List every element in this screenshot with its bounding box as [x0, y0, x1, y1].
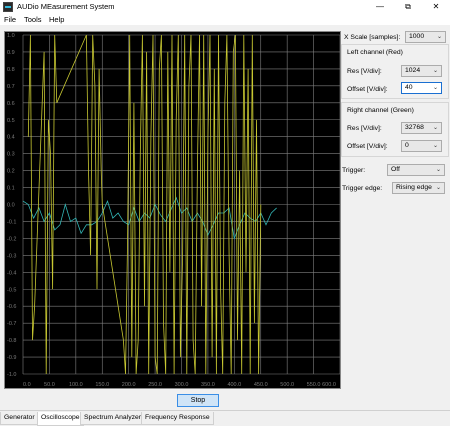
- y-tick-label: 0.2: [7, 169, 15, 175]
- x-scale-label: X Scale [samples]:: [344, 34, 401, 41]
- right-res-select[interactable]: 32768 ⌄: [401, 122, 442, 134]
- trigger-edge-select[interactable]: Rising edge ⌄: [392, 182, 445, 194]
- left-offset-select[interactable]: 40 ⌄: [401, 82, 442, 94]
- tab-spectrum-analyzer[interactable]: Spectrum Analyzer: [80, 412, 146, 425]
- left-res-value: 1024: [405, 67, 421, 74]
- tab-frequency-response[interactable]: Frequency Response: [141, 412, 214, 425]
- left-res-select[interactable]: 1024 ⌄: [401, 65, 442, 77]
- y-tick-label: 0.0: [7, 203, 15, 209]
- minimize-button[interactable]: —: [366, 0, 394, 14]
- app-icon: [3, 2, 13, 12]
- y-tick-label: -0.2: [7, 236, 16, 242]
- left-offset-label: Offset [V/div]:: [347, 86, 388, 93]
- y-tick-label: -1.0: [7, 372, 16, 378]
- menu-file[interactable]: File: [4, 15, 16, 24]
- right-offset-select[interactable]: 0 ⌄: [401, 140, 442, 152]
- y-tick-label: -0.3: [7, 253, 16, 259]
- x-tick-label: 100.0: [69, 382, 83, 388]
- trigger-edge-value: Rising edge: [396, 184, 432, 191]
- title-bar: AUDio MEasurement System — ⧉ ✕: [0, 0, 450, 14]
- chevron-down-icon: ⌄: [432, 85, 438, 91]
- y-tick-label: -0.4: [7, 270, 16, 276]
- y-tick-label: 0.7: [7, 84, 15, 90]
- chevron-down-icon: ⌄: [435, 167, 441, 173]
- y-tick-label: -0.9: [7, 355, 16, 361]
- oscilloscope-plot: 1.0 0.9 0.8 0.7 0.6 0.5 0.4 0.3 0.2 0.1 0.0 -0.1 -0.…: [4, 31, 341, 389]
- maximize-button[interactable]: ⧉: [394, 0, 422, 14]
- main-window: AUDio MEasurement System — ⧉ ✕ File Tool…: [0, 0, 450, 426]
- y-tick-label: 0.3: [7, 152, 15, 158]
- right-offset-label: Offset [V/div]:: [347, 143, 388, 150]
- chevron-down-icon: ⌄: [436, 34, 442, 40]
- trigger-value: Off: [391, 166, 400, 173]
- right-channel-title: Right channel (Green): [347, 107, 414, 114]
- tab-oscilloscope[interactable]: Oscilloscope: [37, 412, 84, 426]
- x-scale-select[interactable]: 1000 ⌄: [405, 31, 446, 43]
- left-offset-value: 40: [405, 84, 413, 91]
- y-tick-label: -0.5: [7, 287, 16, 293]
- x-tick-label: 400.0: [227, 382, 241, 388]
- left-channel-title: Left channel (Red): [347, 49, 403, 56]
- trigger-select[interactable]: Off ⌄: [387, 164, 445, 176]
- right-res-label: Res [V/div]:: [347, 125, 382, 132]
- x-tick-label: 450.0: [254, 382, 268, 388]
- right-res-value: 32768: [405, 124, 424, 131]
- x-tick-label: 300.0: [175, 382, 189, 388]
- chevron-down-icon: ⌄: [432, 125, 438, 131]
- trigger-label: Trigger:: [342, 167, 366, 174]
- y-tick-label: 0.9: [7, 50, 15, 56]
- tab-bar: Generator Oscilloscope Spectrum Analyzer…: [0, 410, 450, 426]
- y-tick-label: -0.1: [7, 219, 16, 225]
- y-tick-label: 1.0: [7, 33, 15, 39]
- y-tick-label: 0.8: [7, 67, 15, 73]
- y-tick-label: -0.6: [7, 304, 16, 310]
- menu-bar: File Tools Help: [0, 14, 450, 25]
- chevron-down-icon: ⌄: [435, 185, 441, 191]
- y-tick-label: 0.1: [7, 186, 15, 192]
- x-tick-label: 250.0: [148, 382, 162, 388]
- y-tick-label: -0.8: [7, 338, 16, 344]
- x-tick-label: 200.0: [122, 382, 136, 388]
- x-tick-label: 500.0: [280, 382, 294, 388]
- tab-generator[interactable]: Generator: [0, 412, 39, 425]
- right-offset-value: 0: [405, 142, 409, 149]
- y-tick-label: 0.5: [7, 118, 15, 124]
- menu-tools[interactable]: Tools: [24, 15, 42, 24]
- x-tick-label: 550.0: [307, 382, 321, 388]
- chevron-down-icon: ⌄: [432, 143, 438, 149]
- x-tick-label: 350.0: [201, 382, 215, 388]
- y-tick-label: 0.6: [7, 101, 15, 107]
- chevron-down-icon: ⌄: [432, 68, 438, 74]
- menu-help[interactable]: Help: [49, 15, 64, 24]
- window-title: AUDio MEasurement System: [17, 2, 115, 11]
- y-tick-label: -0.7: [7, 321, 16, 327]
- x-tick-label: 50.0: [44, 382, 55, 388]
- oscilloscope-canvas: 1.0 0.9 0.8 0.7 0.6 0.5 0.4 0.3 0.2 0.1 0.0 -0.1 -0.…: [7, 33, 341, 388]
- x-tick-label: 150.0: [95, 382, 109, 388]
- stop-button[interactable]: Stop: [177, 394, 219, 407]
- y-tick-label: 0.4: [7, 135, 15, 141]
- x-tick-label: 0.0: [23, 382, 31, 388]
- x-scale-value: 1000: [409, 33, 425, 40]
- trigger-edge-label: Trigger edge:: [342, 185, 383, 192]
- settings-panel: X Scale [samples]: 1000 ⌄ Left channel (R…: [341, 27, 450, 227]
- left-res-label: Res [V/div]:: [347, 68, 382, 75]
- x-tick-label: 600.0: [322, 382, 336, 388]
- close-button[interactable]: ✕: [422, 0, 450, 14]
